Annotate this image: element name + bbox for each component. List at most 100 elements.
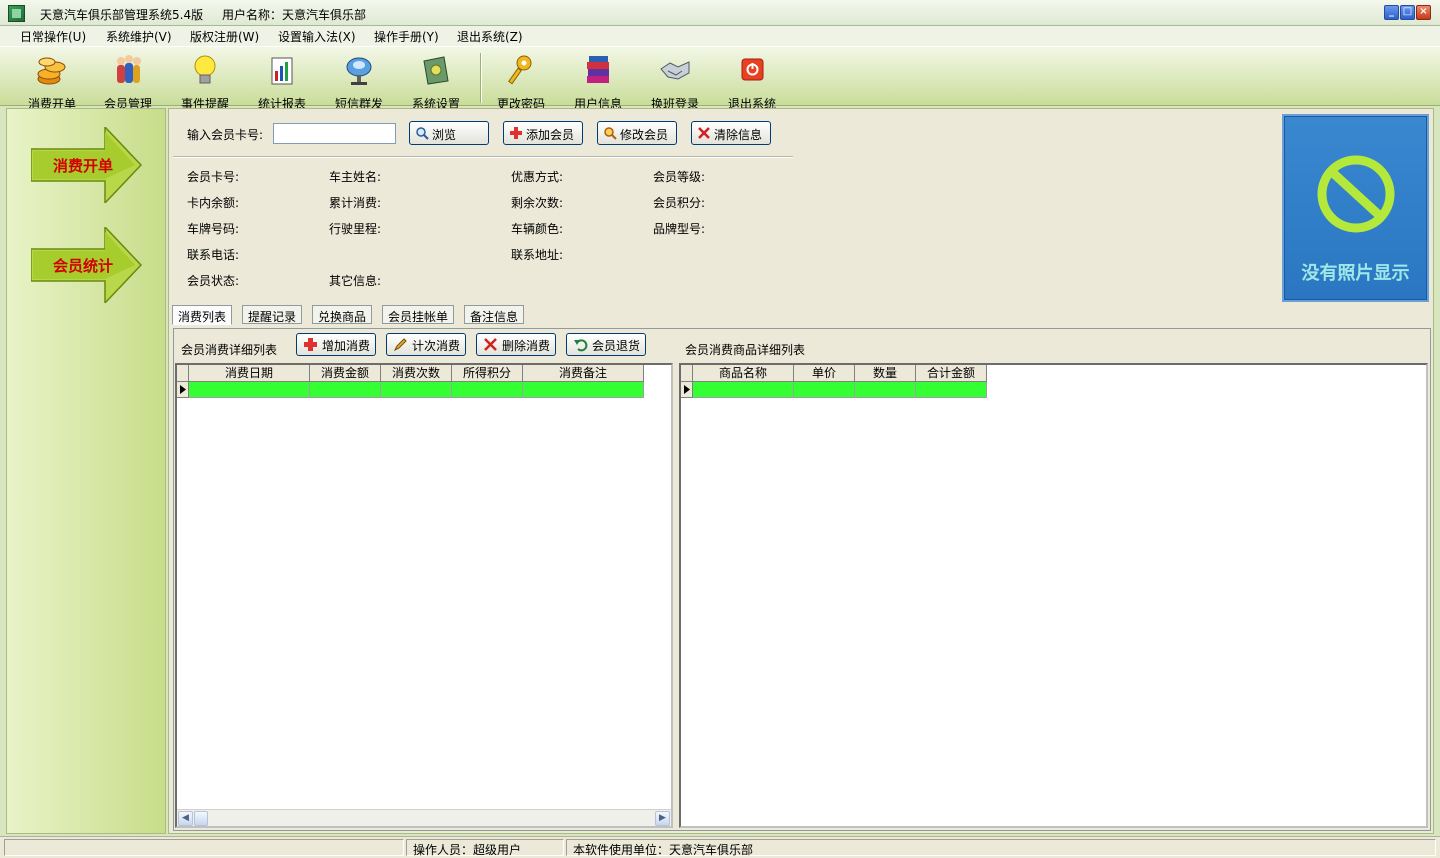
clear-info-button[interactable]: 清除信息 <box>691 121 771 145</box>
key-icon <box>504 53 538 87</box>
scroll-right-icon[interactable]: ▶ <box>655 811 670 826</box>
table-cell[interactable] <box>452 382 523 398</box>
card-number-label: 输入会员卡号: <box>187 128 264 142</box>
toolbar-separator <box>480 53 482 103</box>
tab-notes[interactable]: 备注信息 <box>464 305 525 324</box>
grid-corner <box>177 365 189 382</box>
column-header[interactable]: 消费金额 <box>310 365 381 382</box>
add-member-button[interactable]: 添加会员 <box>503 121 583 145</box>
tab-credit-bills[interactable]: 会员挂帐单 <box>382 305 455 324</box>
row-indicator[interactable] <box>681 382 693 398</box>
status-bar: 操作人员：超级用户 本软件使用单位：天意汽车俱乐部 <box>0 836 1440 858</box>
menu-exit[interactable]: 退出系统(Z) <box>457 28 523 45</box>
column-header[interactable]: 单价 <box>794 365 855 382</box>
label-model: 品牌型号: <box>653 222 706 236</box>
column-header[interactable]: 数量 <box>855 365 916 382</box>
label-status: 会员状态: <box>187 274 240 288</box>
toolbar: 消费开单 会员管理 事件提醒 统计报表 短信群发 系统设置 更改密码 用户信息 … <box>0 46 1440 111</box>
consume-grid[interactable]: 消费日期 消费金额 消费次数 所得积分 消费备注 ◀ ▶ <box>175 363 673 828</box>
nav-member-stats-button[interactable]: 会员统计 <box>31 227 143 303</box>
search-edit-icon <box>603 126 617 140</box>
toolbar-report-button[interactable]: 统计报表 <box>244 51 320 111</box>
column-header[interactable]: 商品名称 <box>693 365 794 382</box>
tab-redeem[interactable]: 兑换商品 <box>312 305 373 324</box>
toolbar-switch-shift-button[interactable]: 换班登录 <box>637 51 713 111</box>
column-header[interactable]: 消费次数 <box>381 365 452 382</box>
nav-member-stats-label: 会员统计 <box>52 257 113 275</box>
column-header[interactable]: 合计金额 <box>916 365 987 382</box>
toolbar-userinfo-button[interactable]: 用户信息 <box>560 51 636 111</box>
label-car-color: 车辆颜色: <box>511 222 564 236</box>
handshake-icon <box>658 53 692 87</box>
left-nav-panel: 消费开单 会员统计 <box>6 108 166 834</box>
settings-icon <box>419 53 453 87</box>
menu-maintenance[interactable]: 系统维护(V) <box>106 28 172 45</box>
delete-consume-button[interactable]: 删除消费 <box>476 333 556 356</box>
table-cell[interactable] <box>310 382 381 398</box>
power-icon <box>735 53 769 87</box>
add-consume-label: 增加消费 <box>322 339 371 353</box>
table-cell[interactable] <box>693 382 794 398</box>
toolbar-members-button[interactable]: 会员管理 <box>90 51 166 111</box>
status-unit: 本软件使用单位：天意汽车俱乐部 <box>566 839 1436 857</box>
horizontal-scrollbar[interactable]: ◀ ▶ <box>177 809 671 826</box>
label-plate: 车牌号码: <box>187 222 240 236</box>
table-cell[interactable] <box>523 382 644 398</box>
books-icon <box>581 53 615 87</box>
main-panel: 输入会员卡号: 浏览 添加会员 修改会员 清除信息 会员卡号: 车主姓名: 优惠… <box>168 108 1434 834</box>
window-title: 天意汽车俱乐部管理系统5.4版 <box>40 8 204 22</box>
browse-button[interactable]: 浏览 <box>409 121 489 145</box>
table-cell[interactable] <box>916 382 987 398</box>
table-cell[interactable] <box>794 382 855 398</box>
count-consume-button[interactable]: 计次消费 <box>386 333 466 356</box>
edit-member-label: 修改会员 <box>620 128 669 142</box>
label-phone: 联系电话: <box>187 248 240 262</box>
edit-member-button[interactable]: 修改会员 <box>597 121 677 145</box>
add-consume-button[interactable]: 增加消费 <box>296 333 376 356</box>
member-return-button[interactable]: 会员退货 <box>566 333 646 356</box>
menu-daily-ops[interactable]: 日常操作(U) <box>20 28 86 45</box>
label-balance: 卡内余额: <box>187 196 240 210</box>
toolbar-sms-button[interactable]: 短信群发 <box>321 51 397 111</box>
goods-grid[interactable]: 商品名称 单价 数量 合计金额 <box>679 363 1428 828</box>
tab-reminders[interactable]: 提醒记录 <box>242 305 303 324</box>
minimize-icon[interactable]: _ <box>1384 5 1399 20</box>
label-total-spent: 累计消费: <box>329 196 382 210</box>
label-owner-name: 车主姓名: <box>329 170 382 184</box>
members-icon <box>111 53 145 87</box>
toolbar-password-button[interactable]: 更改密码 <box>483 51 559 111</box>
pencil-icon <box>393 337 408 352</box>
member-photo[interactable]: 没有照片显示 <box>1282 114 1429 302</box>
scroll-left-icon[interactable]: ◀ <box>178 811 193 826</box>
label-level: 会员等级: <box>653 170 706 184</box>
menu-manual[interactable]: 操作手册(Y) <box>374 28 439 45</box>
divider <box>173 156 793 158</box>
table-cell[interactable] <box>381 382 452 398</box>
report-icon <box>265 53 299 87</box>
label-address: 联系地址: <box>511 248 564 262</box>
no-photo-text: 没有照片显示 <box>1301 263 1410 284</box>
column-header[interactable]: 消费日期 <box>189 365 310 382</box>
toolbar-exit-button[interactable]: 退出系统 <box>714 51 790 111</box>
scroll-thumb[interactable] <box>194 811 208 826</box>
toolbar-consume-button[interactable]: 消费开单 <box>14 51 90 111</box>
menu-input-method[interactable]: 设置输入法(X) <box>278 28 356 45</box>
title-bar: 天意汽车俱乐部管理系统5.4版 用户名称：天意汽车俱乐部 _ □ × <box>0 0 1440 26</box>
column-header[interactable]: 消费备注 <box>523 365 644 382</box>
table-cell[interactable] <box>855 382 916 398</box>
column-header[interactable]: 所得积分 <box>452 365 523 382</box>
menu-bar: 日常操作(U) 系统维护(V) 版权注册(W) 设置输入法(X) 操作手册(Y)… <box>0 26 1440 46</box>
toolbar-reminder-button[interactable]: 事件提醒 <box>167 51 243 111</box>
table-cell[interactable] <box>189 382 310 398</box>
nav-consume-button[interactable]: 消费开单 <box>31 127 143 203</box>
close-icon[interactable]: × <box>1416 5 1431 20</box>
label-mileage: 行驶里程: <box>329 222 382 236</box>
undo-icon <box>573 337 588 352</box>
maximize-icon[interactable]: □ <box>1400 5 1415 20</box>
toolbar-settings-button[interactable]: 系统设置 <box>398 51 474 111</box>
tab-consume-list[interactable]: 消费列表 <box>172 305 233 325</box>
menu-registration[interactable]: 版权注册(W) <box>190 28 259 45</box>
row-indicator[interactable] <box>177 382 189 398</box>
card-number-input[interactable] <box>273 123 396 144</box>
app-icon[interactable] <box>8 5 25 22</box>
